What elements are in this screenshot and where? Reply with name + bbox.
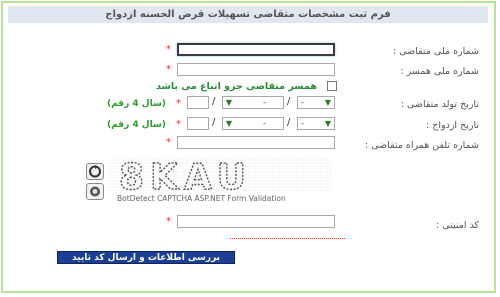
marriage-year-input[interactable]	[187, 117, 209, 130]
required-mark: *	[166, 44, 171, 55]
spouse-dependent-label: همسر متقاضی جزو اتباع می باشد	[156, 81, 317, 92]
date-separator: /	[287, 117, 291, 128]
required-mark: *	[166, 64, 171, 75]
chevron-down-icon: ▼	[324, 98, 332, 107]
chevron-down-icon: ▼	[225, 98, 233, 107]
spouse-dependent-checkbox[interactable]	[327, 81, 337, 91]
birth-year-hint: (سال 4 رقم)	[107, 99, 166, 109]
birth-month-select[interactable]: - ▼	[222, 96, 284, 109]
divider	[230, 238, 345, 239]
reload-icon	[89, 165, 101, 178]
captcha-sound-button[interactable]	[86, 183, 104, 200]
captcha-text: 8KAU	[119, 159, 252, 198]
reload-captcha-button[interactable]	[86, 163, 104, 180]
birth-day-value: -	[301, 98, 304, 107]
birth-year-input[interactable]	[187, 96, 209, 109]
submit-button[interactable]: بررسی اطلاعات و ارسال کد تایید	[57, 251, 235, 264]
required-mark: *	[166, 137, 171, 148]
marriage-date-label: تاریخ ازدواج :	[426, 120, 479, 131]
captcha-caption: BotDetect CAPTCHA ASP.NET Form Validatio…	[117, 194, 286, 203]
date-separator: /	[212, 96, 216, 107]
marriage-month-value: -	[263, 119, 266, 128]
birth-date-label: تاریخ تولد متقاضی :	[400, 99, 479, 110]
marriage-year-hint: (سال 4 رقم)	[107, 120, 166, 130]
form-title: فرم ثبت مشخصات متقاضی تسهیلات قرض الحسنه…	[8, 6, 488, 23]
date-separator: /	[212, 117, 216, 128]
spouse-national-id-input[interactable]	[177, 63, 335, 76]
required-mark: *	[166, 216, 171, 227]
marriage-month-select[interactable]: - ▼	[222, 117, 284, 130]
mobile-input[interactable]	[177, 136, 335, 149]
spouse-national-id-label: شماره ملی همسر :	[400, 66, 479, 77]
security-code-label: کد امنیتی :	[436, 220, 479, 231]
applicant-national-id-input[interactable]	[177, 43, 335, 56]
birth-day-select[interactable]: - ▼	[297, 96, 335, 109]
required-mark: *	[176, 98, 181, 109]
birth-month-value: -	[263, 98, 266, 107]
marriage-day-value: -	[301, 119, 304, 128]
security-code-input[interactable]	[177, 215, 335, 228]
applicant-national-id-label: شماره ملی متقاضی :	[393, 46, 479, 57]
mobile-label: شماره تلفن همراه متقاضی :	[364, 140, 479, 151]
required-mark: *	[176, 119, 181, 130]
sound-icon	[90, 186, 100, 197]
chevron-down-icon: ▼	[324, 119, 332, 128]
date-separator: /	[287, 96, 291, 107]
marriage-day-select[interactable]: - ▼	[297, 117, 335, 130]
chevron-down-icon: ▼	[225, 119, 233, 128]
